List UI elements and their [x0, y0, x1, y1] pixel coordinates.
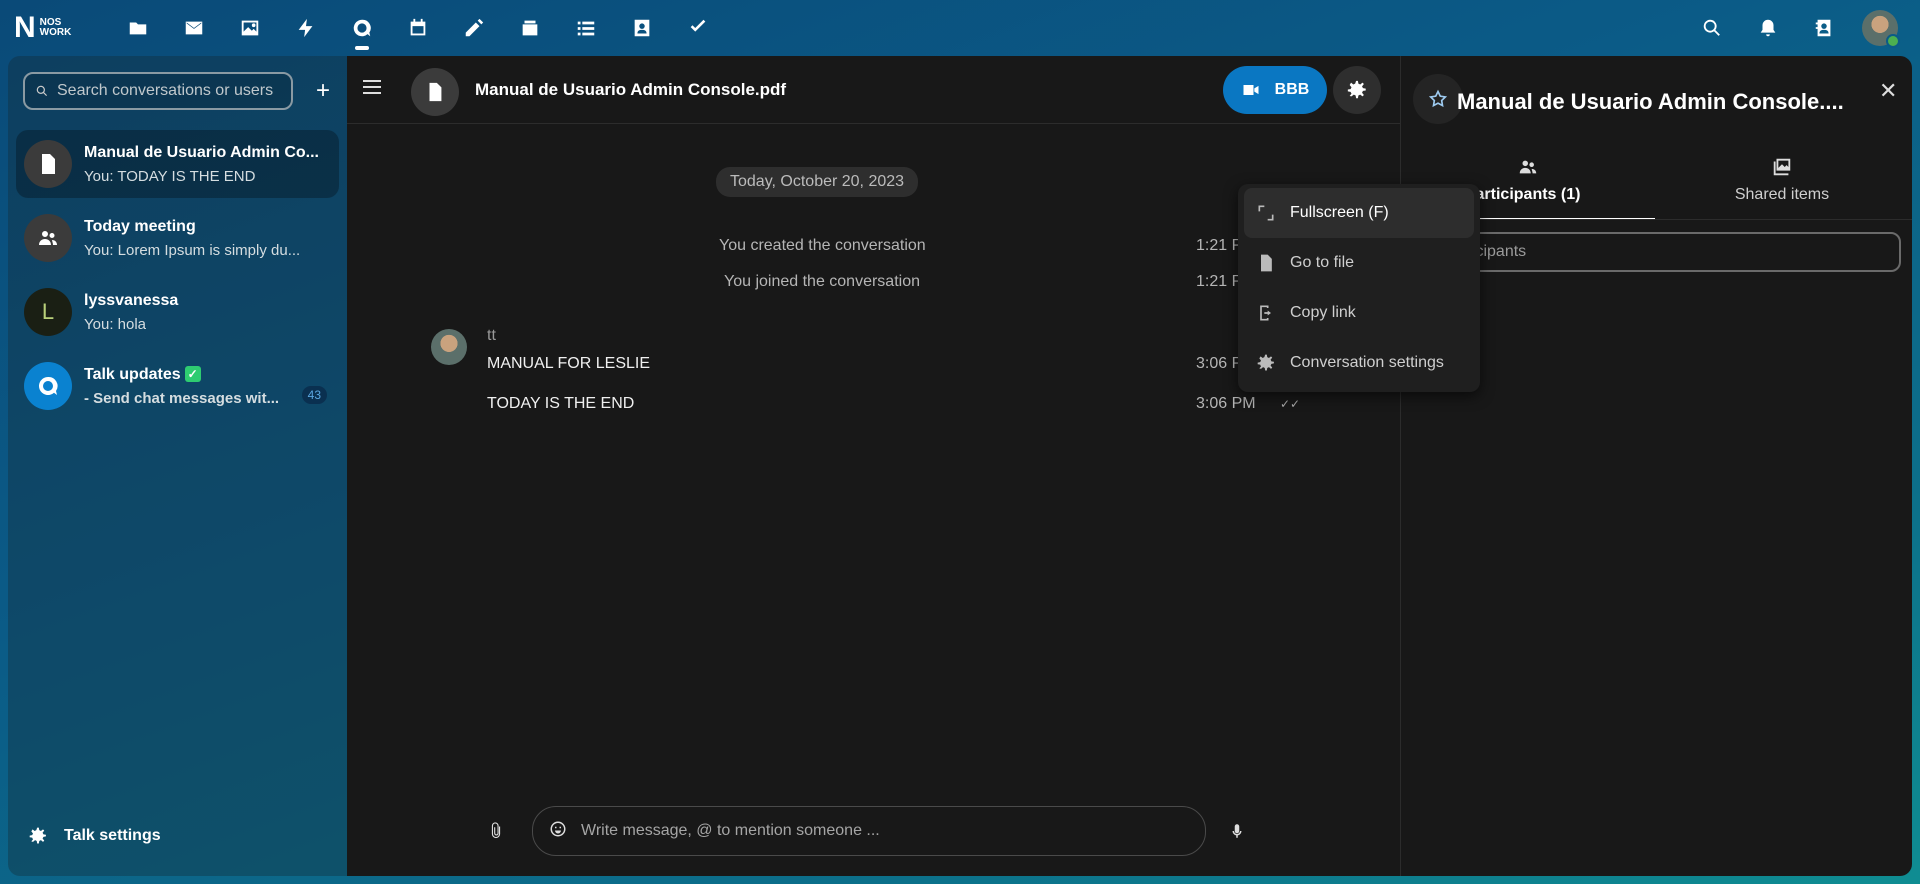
search-icon	[36, 85, 48, 97]
gear-icon	[1257, 354, 1274, 371]
participants-icon	[1519, 160, 1537, 174]
video-camera-icon	[1243, 85, 1259, 95]
message-input-box[interactable]	[532, 806, 1206, 856]
conversation-sidebar: + Manual de Usuario Admin Co... You: TOD…	[8, 56, 347, 876]
online-status-dot	[1886, 34, 1900, 48]
attachment-icon[interactable]	[487, 822, 505, 840]
message-input[interactable]	[581, 822, 1141, 840]
file-icon	[24, 140, 72, 188]
talk-icon[interactable]	[334, 0, 390, 56]
message-text: MANUAL FOR LESLIE	[487, 355, 651, 372]
files-icon[interactable]	[110, 0, 166, 56]
app-menu	[110, 0, 726, 56]
talk-settings-button[interactable]: Talk settings	[28, 826, 161, 846]
conversation-title: Manual de Usuario Admin Console.pdf	[475, 80, 787, 99]
file-icon	[1261, 254, 1272, 272]
microphone-icon[interactable]	[1228, 822, 1246, 845]
favorite-star-icon[interactable]	[1413, 74, 1463, 124]
participant-search-input[interactable]	[1423, 243, 1883, 261]
tab-shared-items[interactable]: Shared items	[1655, 156, 1909, 220]
conversation-actions-menu: Fullscreen (F) Go to file Copy link Conv…	[1238, 184, 1480, 392]
details-title: Manual de Usuario Admin Console....	[1457, 89, 1844, 114]
nos-work-logo[interactable]: N NOS WORK	[14, 12, 88, 44]
mail-icon[interactable]	[166, 0, 222, 56]
user-avatar[interactable]	[1862, 10, 1900, 48]
calendar-icon[interactable]	[390, 0, 446, 56]
conversation-details-sidebar: Manual de Usuario Admin Console.... ✕ ar…	[1400, 56, 1912, 876]
unread-count-badge: 43	[301, 386, 327, 404]
menu-icon[interactable]	[361, 76, 383, 98]
notes-icon[interactable]	[446, 0, 502, 56]
photos-icon[interactable]	[222, 0, 278, 56]
read-receipt-icon: ✓✓	[1280, 397, 1301, 411]
shared-items-icon	[1773, 158, 1791, 176]
system-message: You created the conversation	[719, 237, 926, 254]
message-author: tt	[487, 327, 496, 344]
verified-check-icon: ✓	[184, 365, 201, 382]
conversation-actions-button[interactable]	[1333, 66, 1381, 114]
message-composer	[347, 806, 1400, 866]
notifications-bell-icon[interactable]	[1740, 0, 1796, 56]
conversation-item[interactable]: Manual de Usuario Admin Co... You: TODAY…	[16, 130, 339, 198]
gear-icon	[29, 827, 46, 844]
message-text: TODAY IS THE END	[487, 395, 635, 412]
conversation-item[interactable]: Talk updates ✓ - Send chat messages wit..…	[16, 352, 339, 420]
search-icon[interactable]	[1684, 0, 1740, 56]
message-time: 1:21 P	[1196, 273, 1243, 290]
menu-item-fullscreen[interactable]: Fullscreen (F)	[1244, 188, 1474, 238]
tasks-icon[interactable]	[558, 0, 614, 56]
menu-item-go-to-file[interactable]: Go to file	[1244, 238, 1474, 288]
new-conversation-button[interactable]: +	[308, 76, 338, 106]
contacts-menu-icon[interactable]	[1796, 0, 1852, 56]
chat-panel: Manual de Usuario Admin Console.pdf BBB …	[347, 56, 1400, 876]
menu-item-conversation-settings[interactable]: Conversation settings	[1244, 338, 1474, 388]
chat-header: Manual de Usuario Admin Console.pdf BBB	[347, 56, 1400, 124]
group-icon	[24, 214, 72, 262]
top-navigation-bar: N NOS WORK	[0, 0, 1920, 56]
start-call-button[interactable]: BBB	[1223, 66, 1327, 114]
file-icon	[411, 68, 459, 116]
copy-link-icon	[1260, 305, 1271, 321]
close-icon[interactable]: ✕	[1879, 78, 1897, 104]
user-initial-avatar: L	[24, 288, 72, 336]
menu-item-copy-link[interactable]: Copy link	[1244, 288, 1474, 338]
fullscreen-icon	[1258, 205, 1274, 221]
author-avatar[interactable]	[431, 329, 467, 365]
emoji-icon[interactable]	[549, 820, 567, 843]
conversation-item[interactable]: L lyssvanessa You: hola	[16, 278, 339, 346]
system-message: You joined the conversation	[724, 273, 920, 290]
checklist-icon[interactable]	[670, 0, 726, 56]
deck-icon[interactable]	[502, 0, 558, 56]
message-time: 1:21 P	[1196, 237, 1243, 254]
message-time: 3:06 PM	[1196, 395, 1256, 412]
conversation-search[interactable]	[23, 72, 293, 110]
activity-icon[interactable]	[278, 0, 334, 56]
main-panel: + Manual de Usuario Admin Co... You: TOD…	[8, 56, 1912, 876]
participant-search[interactable]	[1411, 232, 1901, 272]
conversation-item[interactable]: Today meeting You: Lorem Ipsum is simply…	[16, 204, 339, 272]
gear-icon	[1347, 80, 1366, 99]
contacts-icon[interactable]	[614, 0, 670, 56]
talk-updates-icon	[24, 362, 72, 410]
conversation-search-input[interactable]	[57, 82, 287, 100]
date-separator: Today, October 20, 2023	[716, 167, 919, 197]
